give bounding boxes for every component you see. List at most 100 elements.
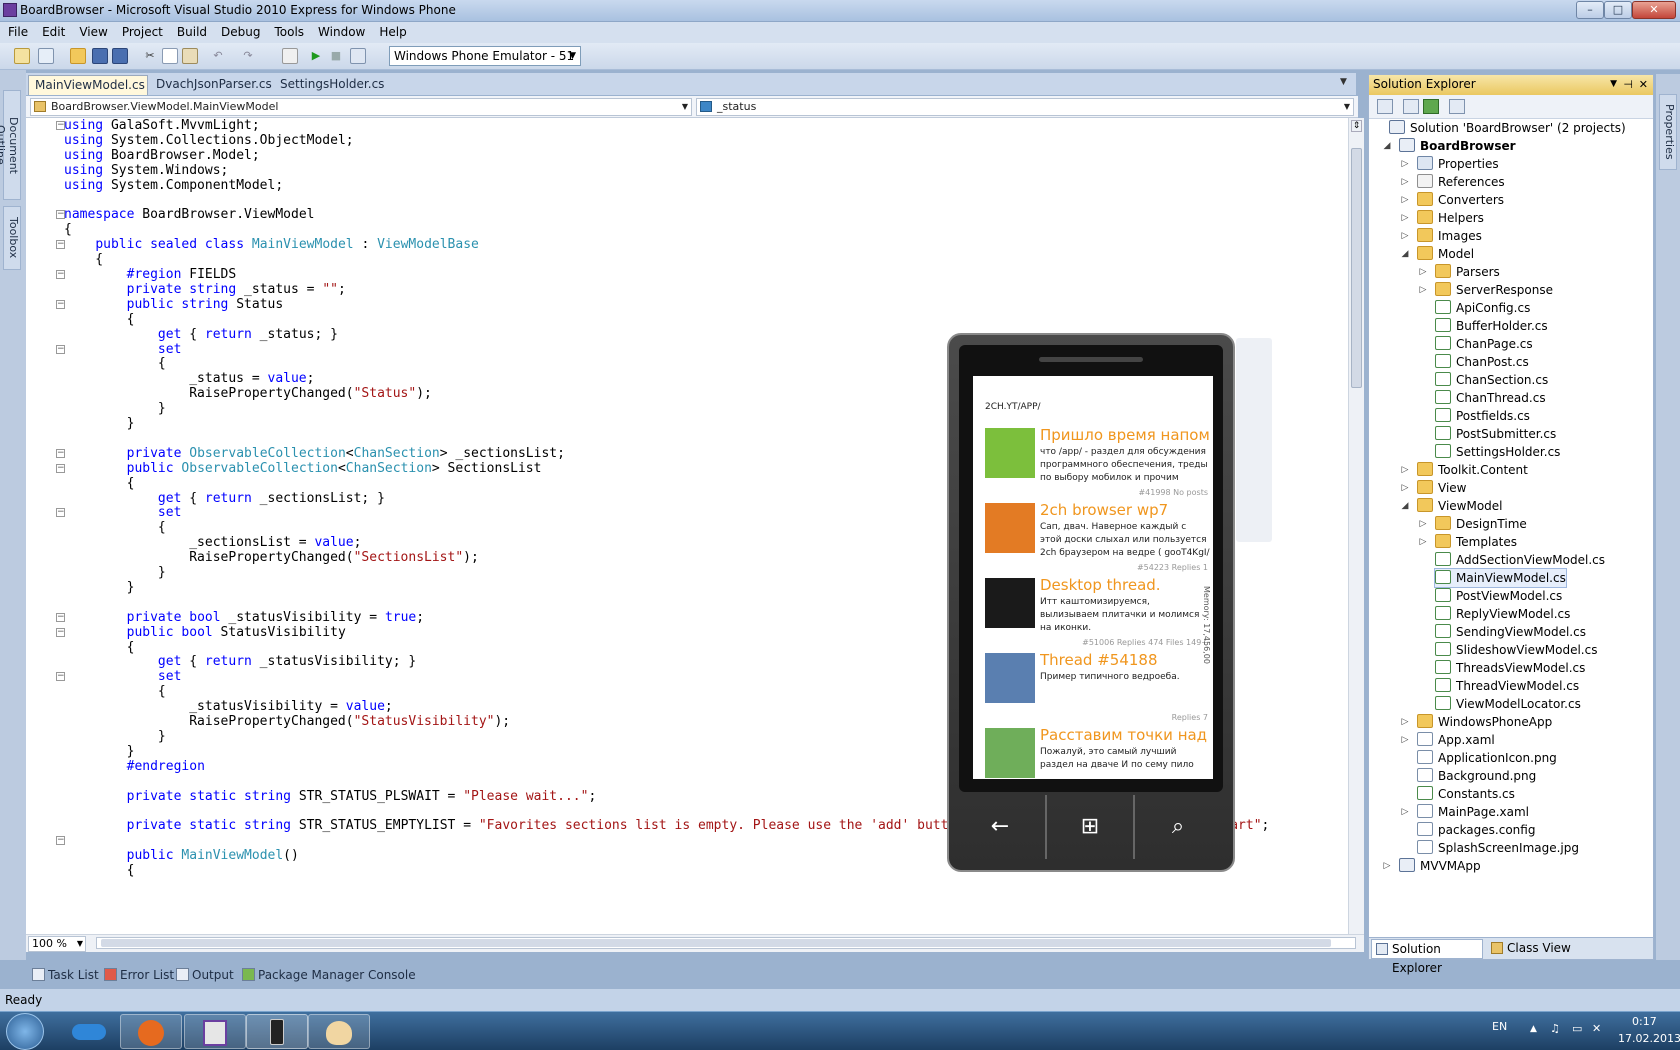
tree-node[interactable]: PostViewModel.cs [1435,587,1562,605]
menu-help[interactable]: Help [372,22,413,41]
collapsed-arrow-icon[interactable]: ▷ [1417,515,1429,533]
tree-node[interactable]: ▷ MVVMApp [1384,857,1481,875]
code-line[interactable]: private ObservableCollection<ChanSection… [64,446,565,462]
collapsed-arrow-icon[interactable]: ▷ [1399,713,1411,731]
emulator-tool-strip[interactable] [1236,338,1272,542]
tree-node[interactable]: ViewModelLocator.cs [1435,695,1581,713]
new-project-icon[interactable] [14,48,30,64]
tree-node[interactable]: ▷ Helpers [1402,209,1484,227]
properties-tab[interactable]: Properties [1659,94,1677,170]
tree-node[interactable]: ChanThread.cs [1435,389,1546,407]
tree-node[interactable]: ChanPost.cs [1435,353,1529,371]
display-icon[interactable]: ▭ [1572,1022,1582,1035]
visual-studio-taskbar-icon[interactable] [184,1014,246,1049]
code-line[interactable]: public string Status [64,297,284,313]
tree-node[interactable]: ▷ Properties [1402,155,1499,173]
code-line[interactable]: RaisePropertyChanged("StatusVisibility")… [64,714,510,730]
close-icon[interactable]: ✕ [1639,75,1648,94]
tab-settingsholder[interactable]: SettingsHolder.cs [274,75,394,95]
tree-node[interactable]: PostSubmitter.cs [1435,425,1556,443]
thread-item[interactable]: Desktop thread. Итт каштомизируемся, выли… [985,576,1210,650]
start-button[interactable] [6,1013,44,1050]
tree-node[interactable]: ChanSection.cs [1435,371,1548,389]
code-line[interactable]: { [64,476,135,492]
tree-node[interactable]: ▷ Converters [1402,191,1504,209]
collapsed-arrow-icon[interactable]: ▷ [1399,461,1411,479]
undo-icon[interactable]: ↶ [210,48,226,64]
tree-node[interactable]: ▷ Parsers [1420,263,1500,281]
menu-view[interactable]: View [72,22,114,41]
expanded-arrow-icon[interactable]: ◢ [1399,497,1411,515]
minimize-button[interactable]: – [1576,1,1604,19]
code-line[interactable]: using BoardBrowser.Model; [64,148,260,164]
panel-menu-icon[interactable]: ▼ [1610,75,1617,94]
code-line[interactable]: RaisePropertyChanged("Status"); [64,386,432,402]
document-outline-tab[interactable]: Document Outline [0,90,21,200]
pin-icon[interactable]: ⊣ [1623,75,1633,94]
collapsed-arrow-icon[interactable]: ▷ [1417,533,1429,551]
tree-node[interactable]: ▷ MainPage.xaml [1402,803,1529,821]
tree-node[interactable]: ▷ WindowsPhoneApp [1402,713,1552,731]
code-line[interactable]: } [64,729,166,745]
menu-tools[interactable]: Tools [267,22,311,41]
solution-explorer-tab[interactable]: Solution Explorer [1371,939,1483,975]
tree-node[interactable]: ▷ App.xaml [1402,731,1495,749]
code-line[interactable]: RaisePropertyChanged("SectionsList"); [64,550,479,566]
code-line[interactable]: { [64,640,135,656]
output-tab[interactable]: Output [174,965,234,985]
collapsed-arrow-icon[interactable]: ▷ [1417,263,1429,281]
refresh-icon[interactable] [1423,99,1439,114]
tree-node[interactable]: ▷ Toolkit.Content [1402,461,1528,479]
collapsed-arrow-icon[interactable]: ▷ [1399,227,1411,245]
split-icon[interactable]: ⇕ [1351,120,1362,132]
code-line[interactable]: { [64,684,166,700]
expanded-arrow-icon[interactable]: ◢ [1399,245,1411,263]
code-line[interactable]: } [64,744,135,760]
code-line[interactable]: using System.Windows; [64,163,228,179]
thread-item[interactable]: Расставим точки над ђ Пожалуй, это самый … [985,726,1210,779]
menu-build[interactable]: Build [170,22,214,41]
tree-node[interactable]: ApiConfig.cs [1435,299,1530,317]
view-class-diagram-icon[interactable] [1449,99,1465,114]
navigate-icon[interactable] [282,48,298,64]
tree-node[interactable]: ◢ BoardBrowser [1384,137,1516,155]
tree-node[interactable]: packages.config [1417,821,1535,839]
cut-icon[interactable]: ✂ [142,48,158,64]
vertical-scrollbar[interactable]: ⇕ [1348,118,1364,934]
tree-node[interactable]: Solution 'BoardBrowser' (2 projects) [1389,119,1626,137]
code-line[interactable]: } [64,416,135,432]
stop-icon[interactable]: ■ [328,48,344,64]
tray-expand-icon[interactable]: ▲ [1530,1024,1537,1034]
code-line[interactable]: get { return _statusVisibility; } [64,654,416,670]
calendar-icon[interactable] [350,48,366,64]
collapsed-arrow-icon[interactable]: ▷ [1399,191,1411,209]
code-line[interactable]: } [64,565,166,581]
code-line[interactable]: { [64,520,166,536]
toolbox-tab[interactable]: Toolbox [3,206,21,270]
tree-node[interactable]: ◢ Model [1402,245,1474,263]
tree-node[interactable]: ▷ References [1402,173,1505,191]
code-line[interactable]: { [64,222,72,238]
code-line[interactable]: { [64,356,166,372]
tree-node[interactable]: BufferHolder.cs [1435,317,1548,335]
phone-emulator-taskbar-icon[interactable] [246,1014,308,1049]
code-line[interactable]: { [64,252,103,268]
phone-back-button[interactable]: ← [957,795,1043,859]
code-line[interactable]: using System.Collections.ObjectModel; [64,133,354,149]
code-line[interactable]: #region FIELDS [64,267,237,283]
tab-mainviewmodel[interactable]: MainViewModel.cs [28,75,148,95]
code-line[interactable]: get { return _status; } [64,327,338,343]
collapsed-arrow-icon[interactable]: ▷ [1399,479,1411,497]
code-line[interactable]: set [64,342,181,358]
collapsed-arrow-icon[interactable]: ▷ [1399,155,1411,173]
save-all-icon[interactable] [112,48,128,64]
save-icon[interactable] [92,48,108,64]
tree-node[interactable]: SlideshowViewModel.cs [1435,641,1597,659]
start-debugging-icon[interactable]: ▶ [308,48,324,64]
tree-node[interactable]: ThreadViewModel.cs [1435,677,1579,695]
show-all-files-icon[interactable] [1403,99,1419,114]
tree-node[interactable]: SendingViewModel.cs [1435,623,1586,641]
firefox-taskbar-icon[interactable] [120,1014,182,1049]
code-line[interactable]: public bool StatusVisibility [64,625,346,641]
tree-node[interactable]: Postfields.cs [1435,407,1530,425]
